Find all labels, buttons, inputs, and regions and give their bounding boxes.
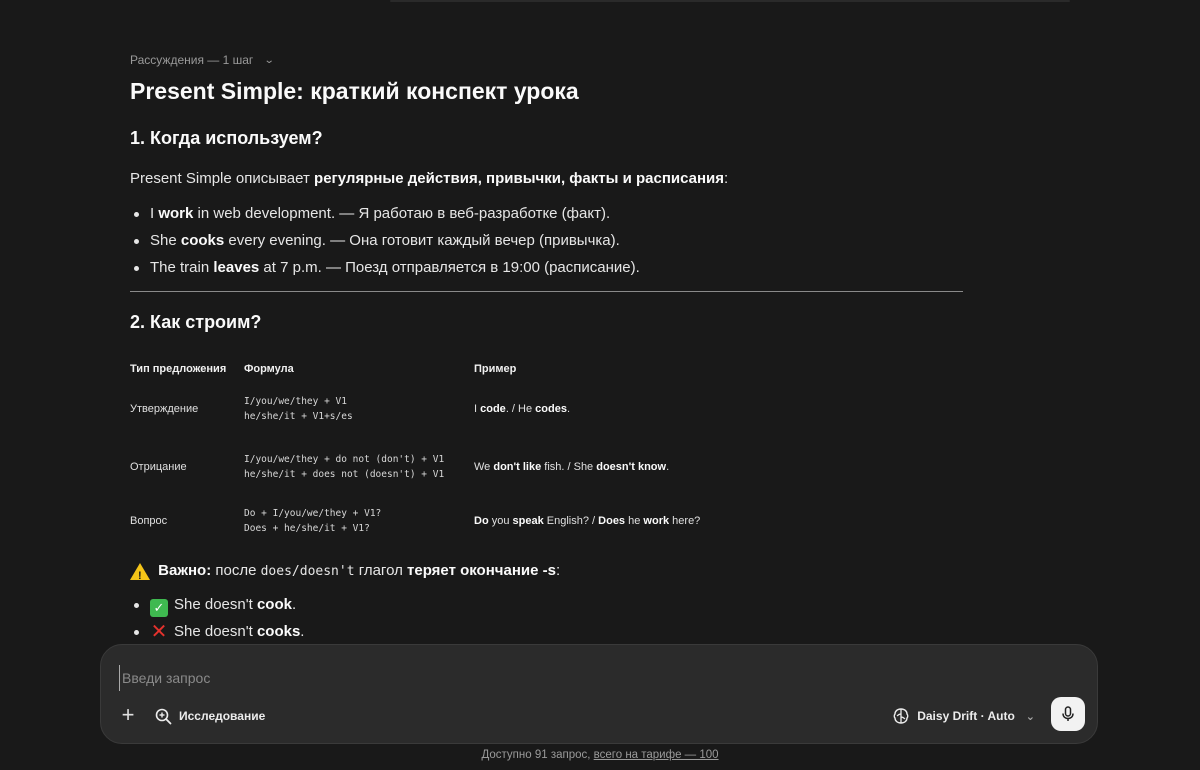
cell-example: Do you speak English? / Does he work her… [474,515,701,527]
section1-bullets: I work in web development. — Я работаю в… [130,200,1070,281]
add-button[interactable]: + [117,702,139,727]
table-header: Тип предложения [130,363,227,375]
table-row: Вопрос Do + I/you/we/they + V1? Does + he/… [130,494,774,548]
composer: + Исследование Daisy Drift · Auto ⌄ [100,644,1098,744]
quota-footer: Доступно 91 запрос, всего на тарифе — 10… [481,749,719,761]
grammar-table: Тип предложения Формула Пример Утвержден… [130,360,774,548]
top-scroll-strip [390,0,1070,2]
warning-note: Важно: после does/doesn't глагол теряет … [130,560,1070,587]
section2-heading: 2. Как строим? [130,312,262,332]
chevron-down-icon: ⌄ [1025,710,1035,723]
table-header-row: Тип предложения Формула Пример [130,360,774,378]
brain-icon [893,708,909,724]
cell-type: Утверждение [130,403,199,415]
list-item: The train leaves at 7 p.m. — Поезд отпра… [130,254,1070,281]
divider [130,291,963,292]
research-button[interactable]: Исследование [155,705,265,727]
cell-type: Отрицание [130,461,187,473]
cell-type: Вопрос [130,515,168,527]
cell-formula: Do + I/you/we/they + V1? Does + he/she/it… [244,508,382,534]
section1-lead: Present Simple описывает регулярные дейс… [130,170,729,187]
examples-list: ✓ She doesn't cook. ✕ She doesn't cooks. [130,591,1070,645]
list-item: ✓ She doesn't cook. [130,591,1070,618]
model-selector[interactable]: Daisy Drift · Auto ⌄ [892,705,1035,727]
chevron-down-icon: ⌄ [264,54,275,66]
cell-example: We don't like fish. / She doesn't know. [474,461,670,473]
plus-icon: + [121,702,135,727]
list-item: She cooks every evening. — Она готовит к… [130,227,1070,254]
list-item: I work in web development. — Я работаю в… [130,200,1070,227]
article-title: Present Simple: краткий конспект урока [130,78,579,104]
reasoning-label: Рассуждения — 1 шаг [130,53,254,67]
table-row: Отрицание I/you/we/they + do not (don't) … [130,440,774,494]
plan-link[interactable]: всего на тарифе — 100 [594,749,719,761]
section1-heading: 1. Когда используем? [130,128,323,148]
check-icon: ✓ [150,599,168,617]
model-label: Daisy Drift · Auto [917,709,1015,723]
cell-formula: I/you/we/they + V1 he/she/it + V1+s/es [244,396,353,422]
table-row: Утверждение I/you/we/they + V1 he/she/it +… [130,378,774,440]
cell-formula: I/you/we/they + do not (don't) + V1 he/sh… [244,454,445,480]
table-header: Формула [244,363,294,375]
cell-example: I code. / He codes. [474,403,571,415]
voice-button[interactable] [1051,697,1085,731]
cross-icon: ✕ [150,621,168,643]
list-item: ✕ She doesn't cooks. [130,618,1070,645]
search-plus-icon [155,708,172,724]
prompt-input[interactable] [119,665,1024,691]
warning-icon [130,563,150,587]
chat-message: Рассуждения — 1 шаг ⌄ Present Simple: кр… [130,50,1070,645]
mic-icon [1062,706,1074,721]
reasoning-toggle[interactable]: Рассуждения — 1 шаг ⌄ [130,50,1070,70]
table-header: Пример [474,363,517,375]
research-label: Исследование [179,709,266,723]
